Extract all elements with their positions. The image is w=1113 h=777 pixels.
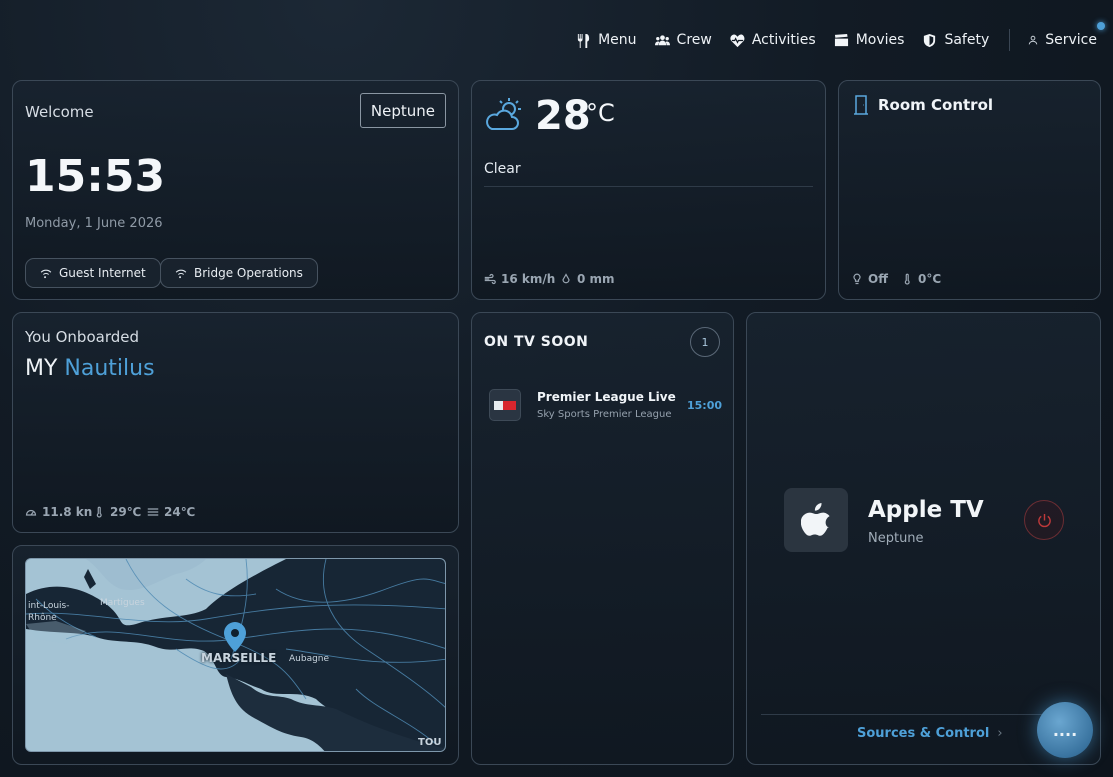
apple-tv-room: Neptune: [868, 531, 924, 546]
partly-cloudy-icon: [486, 98, 521, 130]
sources-control-label: Sources & Control: [857, 726, 990, 741]
program-time: 15:00: [686, 399, 722, 412]
wifi-guest-chip[interactable]: Guest Internet: [25, 258, 161, 288]
onboard-label: You Onboarded: [25, 328, 140, 346]
room-control-card[interactable]: Room Control Off 0°C: [838, 80, 1101, 300]
clapperboard-icon: [834, 33, 848, 46]
welcome-card: Welcome Neptune 15:53 Monday, 1 June 202…: [12, 80, 459, 300]
weather-temperature: 28: [535, 93, 591, 139]
lightbulb-icon: [853, 273, 861, 285]
nav-menu-label: Menu: [598, 32, 637, 48]
weather-condition: Clear: [484, 161, 521, 177]
weather-card[interactable]: 28 °C Clear 16 km/h 0 mm: [471, 80, 826, 300]
wifi-bridge-chip[interactable]: Bridge Operations: [160, 258, 318, 288]
heart-pulse-icon: [730, 34, 745, 47]
shield-icon: [924, 33, 936, 47]
nav-service[interactable]: Service: [1028, 22, 1105, 48]
person-icon: [1029, 35, 1038, 45]
apple-icon: [801, 503, 831, 536]
tv-schedule-title: ON TV SOON: [484, 334, 589, 350]
nav-activities-label: Activities: [751, 32, 816, 48]
apple-tv-tile[interactable]: [784, 488, 848, 552]
air-temperature: 29℃: [93, 505, 141, 519]
nav-movies[interactable]: Movies: [834, 32, 905, 48]
channel-logo: [489, 389, 521, 421]
nav-service-label: Service: [1045, 32, 1097, 48]
wind-icon: [484, 273, 496, 285]
wifi-icon: [40, 269, 52, 279]
map-view[interactable]: MARSEILLE Aubagne Martigues int-Louis- R…: [25, 558, 446, 752]
chat-fab-button[interactable]: ....: [1037, 702, 1093, 758]
power-button[interactable]: [1024, 500, 1064, 540]
room-temperature-value: 0°C: [918, 272, 942, 286]
map-label-martigues: Martigues: [100, 598, 145, 608]
map-card[interactable]: MARSEILLE Aubagne Martigues int-Louis- R…: [12, 545, 459, 765]
apple-tv-divider: [761, 714, 1076, 715]
nav-safety[interactable]: Safety: [922, 32, 989, 48]
nav-safety-label: Safety: [944, 32, 990, 48]
thermometer-icon: [96, 506, 102, 518]
water-temperature: 24℃: [147, 505, 195, 519]
water-temperature-value: 24℃: [164, 505, 196, 519]
cutlery-icon: [577, 33, 590, 48]
weather-rain-value: 0 mm: [577, 272, 615, 286]
onboard-card: You Onboarded MY Nautilus 11.8 kn 29℃ 24…: [12, 312, 459, 533]
map-label-toulon: TOU: [418, 737, 442, 748]
door-icon: [854, 95, 868, 115]
room-light-value: Off: [868, 272, 888, 286]
weather-unit: °C: [586, 99, 615, 127]
location-button[interactable]: Neptune: [359, 93, 446, 128]
wifi-bridge-label: Bridge Operations: [194, 266, 303, 280]
map-label-saint-louis: int-Louis-: [28, 601, 70, 611]
droplet-icon: [562, 273, 570, 284]
program-channel: Sky Sports Premier League: [537, 409, 672, 420]
waves-icon: [147, 508, 159, 516]
yacht-speed: 11.8 kn: [25, 505, 92, 519]
weather-divider: [484, 186, 813, 187]
apple-tv-name: Apple TV: [868, 497, 984, 523]
clock-date: Monday, 1 June 2026: [25, 216, 163, 231]
top-navigation: Menu Crew Activities Movies Safety Servi…: [558, 22, 1105, 52]
program-title: Premier League Live: [537, 390, 676, 404]
nav-menu[interactable]: Menu: [576, 32, 637, 48]
apple-tv-card: Apple TV Neptune Sources & Control ›: [746, 312, 1101, 765]
welcome-label: Welcome: [25, 103, 94, 121]
yacht-name: MY Nautilus: [25, 356, 155, 381]
room-temperature[interactable]: 0°C: [901, 272, 941, 286]
weather-rain: 0 mm: [560, 272, 615, 286]
weather-wind: 16 km/h: [484, 272, 555, 286]
map-label-aubagne: Aubagne: [289, 654, 330, 664]
notification-dot: [1097, 22, 1105, 30]
tv-count-badge: 1: [690, 327, 720, 357]
map-pin-icon[interactable]: [223, 621, 247, 653]
sky-sports-logo: [494, 400, 516, 410]
nav-activities[interactable]: Activities: [730, 32, 816, 48]
yacht-title: Nautilus: [64, 356, 155, 381]
nav-crew[interactable]: Crew: [654, 32, 712, 48]
chat-fab-label: ....: [1052, 720, 1078, 740]
thermometer-icon: [904, 273, 910, 285]
map-label-city: MARSEILLE: [201, 651, 277, 665]
yacht-speed-value: 11.8 kn: [42, 505, 93, 519]
wifi-guest-label: Guest Internet: [59, 266, 146, 280]
air-temperature-value: 29℃: [110, 505, 142, 519]
nav-crew-label: Crew: [676, 32, 712, 48]
yacht-prefix: MY: [25, 356, 58, 381]
wifi-icon: [175, 269, 187, 279]
power-icon: [1037, 513, 1051, 527]
tv-schedule-card: ON TV SOON 1 Premier League Live Sky Spo…: [471, 312, 734, 765]
map-label-rhone: Rhône: [28, 613, 57, 623]
sources-control-link[interactable]: Sources & Control ›: [857, 726, 1003, 741]
room-light[interactable]: Off: [851, 272, 888, 286]
weather-wind-value: 16 km/h: [501, 272, 556, 286]
crew-icon: [654, 34, 670, 45]
speedometer-icon: [25, 509, 37, 516]
nav-movies-label: Movies: [855, 32, 905, 48]
room-control-title: Room Control: [878, 96, 994, 114]
tv-program-row[interactable]: Premier League Live Sky Sports Premier L…: [489, 389, 722, 423]
chevron-right-icon: ›: [997, 726, 1003, 741]
nav-divider: [1009, 29, 1011, 51]
clock-time: 15:53: [25, 151, 166, 202]
